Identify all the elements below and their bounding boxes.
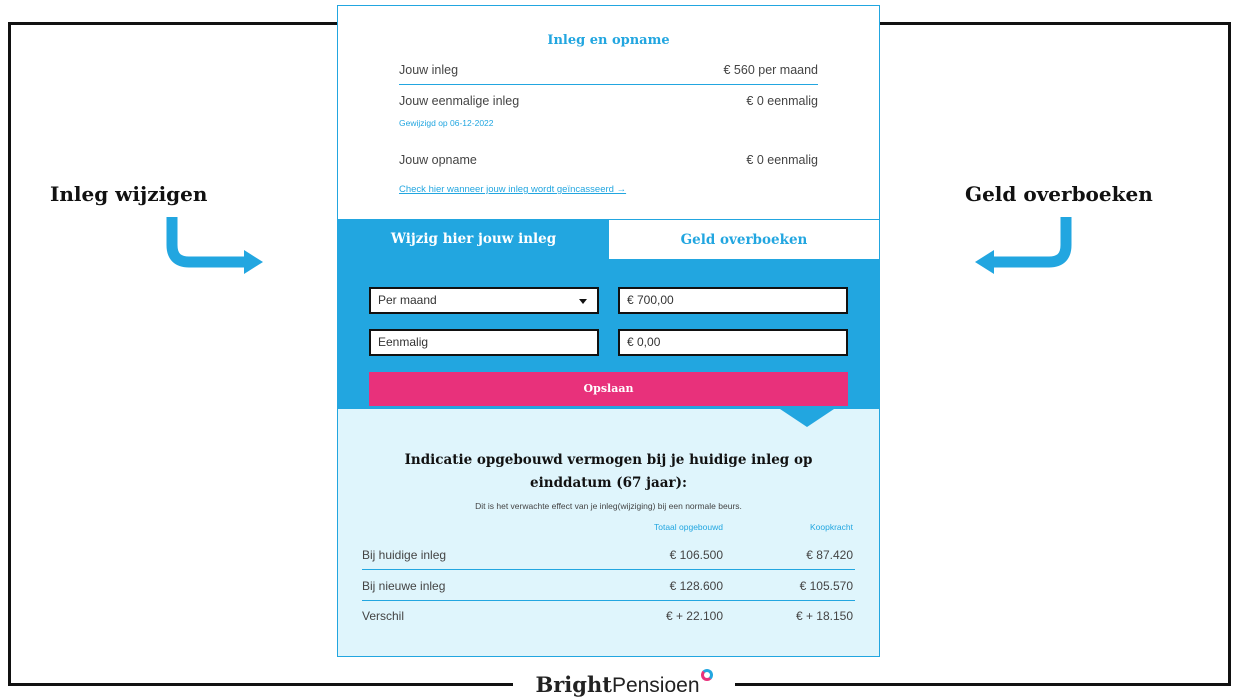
row-label: Jouw inleg: [399, 63, 459, 77]
table-row: Verschil € + 22.100 € + 18.150: [362, 601, 855, 631]
total-value: € 106.500: [669, 548, 723, 562]
row-jouw-opname: Jouw opname € 0 eenmalig: [399, 153, 818, 167]
indication-title: Indicatie opgebouwd vermogen bij je huid…: [404, 452, 813, 491]
indication-section: Indicatie opgebouwd vermogen bij je huid…: [338, 409, 879, 656]
total-value: € 128.600: [669, 579, 723, 593]
one-time-label-field: Eenmalig: [369, 329, 599, 356]
brightpensioen-logo: BrightPensioen: [513, 669, 735, 698]
chevron-down-icon: [579, 299, 587, 304]
row-value: € 0 eenmalig: [746, 94, 818, 108]
save-button[interactable]: Opslaan: [369, 372, 848, 406]
row-value: € 0 eenmalig: [746, 153, 818, 167]
row-jouw-inleg: Jouw inleg € 560 per maand: [399, 63, 818, 85]
monthly-amount-input[interactable]: € 700,00: [618, 287, 848, 314]
tab-wijzig-inleg[interactable]: Wijzig hier jouw inleg: [338, 219, 609, 259]
overview-title: Inleg en opname: [547, 33, 670, 48]
label-geld-overboeken: Geld overboeken: [965, 182, 1153, 206]
total-value: € + 22.100: [665, 609, 723, 623]
logo-ring-icon: [700, 669, 713, 681]
indication-subtitle: Dit is het verwachte effect van je inleg…: [475, 501, 742, 511]
row-label: Jouw opname: [399, 153, 477, 167]
power-value: € 105.570: [799, 579, 853, 593]
inleg-panel: Inleg en opname Jouw inleg € 560 per maa…: [337, 5, 880, 657]
logo-light-text: Pensioen: [611, 674, 700, 697]
row-value: € 560 per maand: [723, 63, 818, 77]
row-label: Bij huidige inleg: [362, 548, 447, 562]
frequency-select[interactable]: Per maand: [369, 287, 599, 314]
edit-section: Wijzig hier jouw inleg Geld overboeken P…: [338, 219, 879, 409]
power-value: € 87.420: [806, 548, 853, 562]
row-label: Bij nieuwe inleg: [362, 579, 446, 593]
overview-section: Inleg en opname Jouw inleg € 560 per maa…: [338, 6, 879, 219]
col-header-power: Koopkracht: [810, 522, 853, 532]
changed-date-note: Gewijzigd op 06-12-2022: [399, 118, 494, 128]
table-row: Bij nieuwe inleg € 128.600 € 105.570: [362, 571, 855, 601]
one-time-amount-input[interactable]: € 0,00: [618, 329, 848, 356]
frequency-value: Per maand: [378, 293, 437, 307]
arrow-left-icon: [975, 217, 1072, 274]
section-notch: [780, 409, 834, 427]
row-label: Jouw eenmalige inleg: [399, 94, 520, 108]
label-inleg-wijzigen: Inleg wijzigen: [50, 182, 208, 206]
arrow-right-icon: [166, 217, 263, 274]
table-row: Bij huidige inleg € 106.500 € 87.420: [362, 540, 855, 570]
power-value: € + 18.150: [795, 609, 853, 623]
logo-bold-text: Bright: [535, 672, 612, 697]
check-incasso-link[interactable]: Check hier wanneer jouw inleg wordt geïn…: [399, 184, 626, 195]
tab-geld-overboeken[interactable]: Geld overboeken: [609, 219, 879, 259]
row-eenmalige-inleg: Jouw eenmalige inleg € 0 eenmalig: [399, 94, 818, 108]
col-header-total: Totaal opgebouwd: [653, 522, 723, 532]
row-label: Verschil: [362, 609, 405, 623]
